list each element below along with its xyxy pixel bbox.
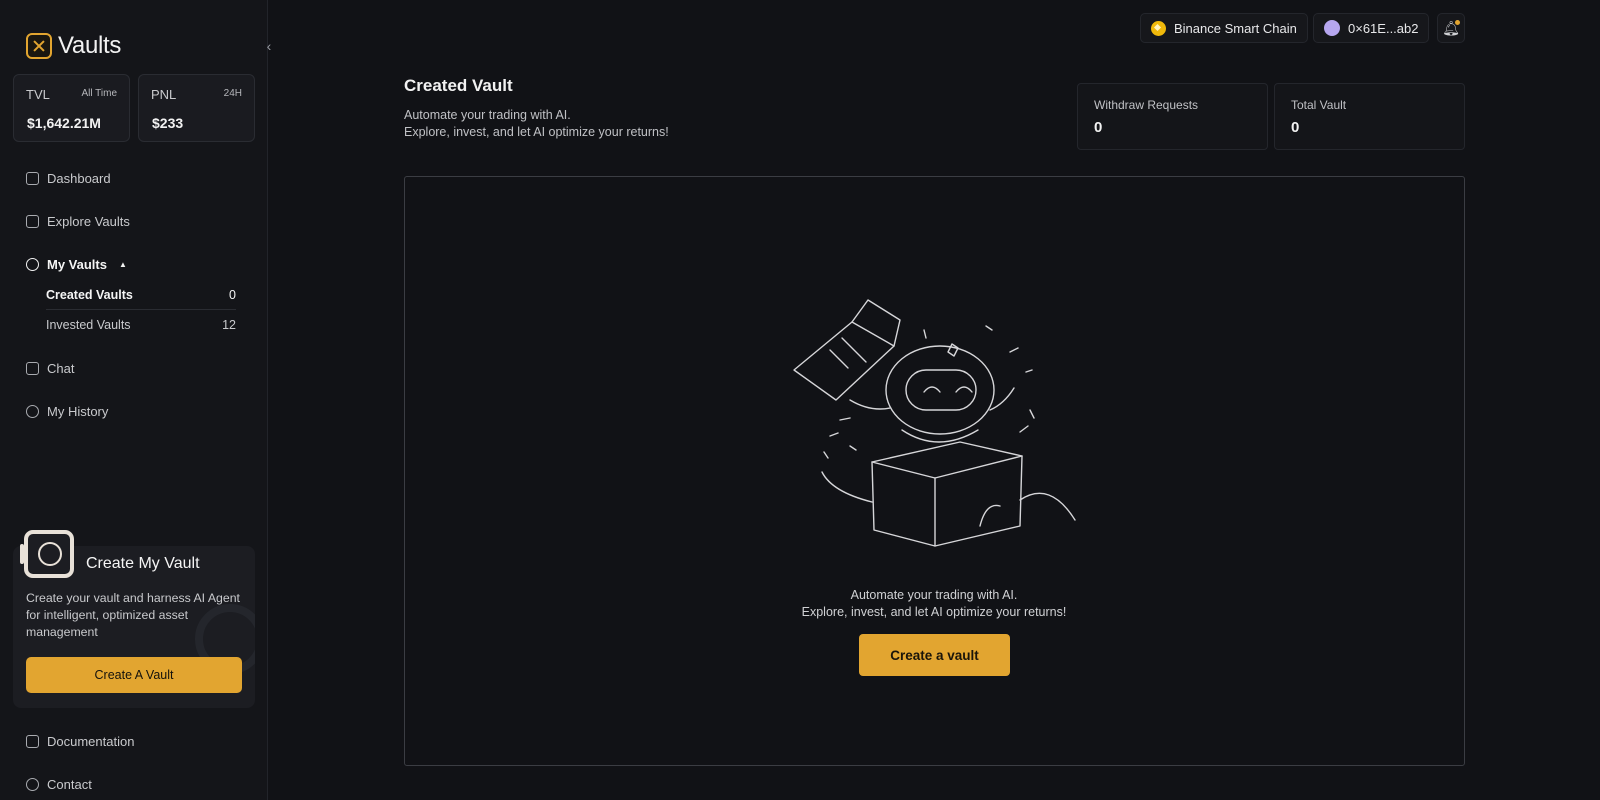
page-subtitle: Automate your trading with AI. Explore, … [404,107,669,141]
sidebar-item-label: My History [47,404,109,419]
stat-card-pnl: PNL 24H $233 [138,74,255,142]
sidebar: Vaults TVL All Time $1,642.21M PNL 24H $… [0,0,268,800]
sidebar-subitem-count: 0 [229,288,236,302]
stat-card-tvl: TVL All Time $1,642.21M [13,74,130,142]
metric-withdraw-requests: Withdraw Requests 0 [1077,83,1268,150]
network-selector[interactable]: Binance Smart Chain [1140,13,1308,43]
network-name: Binance Smart Chain [1174,20,1297,36]
create-vault-button[interactable]: Create a vault [859,634,1010,676]
bnb-chain-icon [1151,20,1166,36]
promo-description: Create your vault and harness AI Agent f… [26,591,240,639]
caret-up-icon: ▲ [118,260,127,269]
vault-icon [26,215,39,228]
target-icon [26,258,39,271]
notifications-button[interactable]: 🔔︎ [1437,13,1465,43]
chat-icon [26,362,39,375]
wallet-address-button[interactable]: 0×61E...ab2 [1313,13,1430,43]
notification-badge [1455,20,1460,25]
history-icon [26,405,39,418]
vault-logo-icon [26,33,52,59]
sidebar-subitem-label: Invested Vaults [46,318,131,332]
sidebar-item-history[interactable]: My History [26,404,108,419]
sidebar-item-my-vaults[interactable]: My Vaults ▲ [26,257,127,272]
empty-state-line: Automate your trading with AI. [850,588,1018,602]
sidebar-subitem-count: 12 [222,318,236,332]
app-root: Vaults TVL All Time $1,642.21M PNL 24H $… [0,0,1600,800]
wallet-address: 0×61E...ab2 [1348,20,1419,36]
sidebar-item-label: Explore Vaults [47,214,130,229]
divider [46,309,236,310]
sidebar-item-label: Documentation [47,734,135,749]
sidebar-item-contact[interactable]: Contact [26,777,92,792]
document-icon [26,735,39,748]
page-subtitle-line: Automate your trading with AI. [404,108,571,122]
sidebar-item-explore[interactable]: Explore Vaults [26,214,130,229]
metric-value: 0 [1094,119,1103,136]
stat-tag: 24H [223,88,242,99]
sidebar-item-label: My Vaults [47,257,107,272]
sidebar-subitem-created-vaults[interactable]: Created Vaults 0 [46,288,236,302]
stat-value: $1,642.21M [27,115,101,131]
stat-value: $233 [152,115,184,131]
sidebar-item-label: Chat [47,361,75,376]
sidebar-subitem-label: Created Vaults [46,288,133,302]
collapse-sidebar-button[interactable]: ‹ [262,38,276,54]
metric-label: Total Vault [1291,98,1347,112]
sidebar-item-dashboard[interactable]: Dashboard [26,171,111,186]
page-subtitle-line: Explore, invest, and let AI optimize you… [404,125,669,139]
metric-total-vault: Total Vault 0 [1274,83,1465,150]
empty-state-text: Automate your trading with AI. Explore, … [734,587,1134,621]
home-icon [26,172,39,185]
wallet-avatar-icon [1324,20,1340,36]
stat-tag: All Time [81,88,117,99]
promo-title: Create My Vault [86,555,200,572]
create-a-vault-button[interactable]: Create A Vault [26,657,242,693]
vault-safe-icon [20,530,74,578]
logo-text: Vaults [58,32,122,59]
page-title: Created Vault [404,76,513,95]
sidebar-item-label: Contact [47,777,92,792]
sidebar-item-documentation[interactable]: Documentation [26,734,134,749]
robot-gift-box-illustration [793,299,1076,547]
sidebar-item-chat[interactable]: Chat [26,361,74,376]
location-pin-icon [26,778,39,791]
sidebar-subitem-invested-vaults[interactable]: Invested Vaults 12 [46,318,236,332]
logo[interactable]: Vaults [26,32,121,60]
metric-value: 0 [1291,119,1300,136]
empty-state-line: Explore, invest, and let AI optimize you… [801,605,1067,619]
metric-label: Withdraw Requests [1094,98,1199,112]
sidebar-item-label: Dashboard [47,171,111,186]
